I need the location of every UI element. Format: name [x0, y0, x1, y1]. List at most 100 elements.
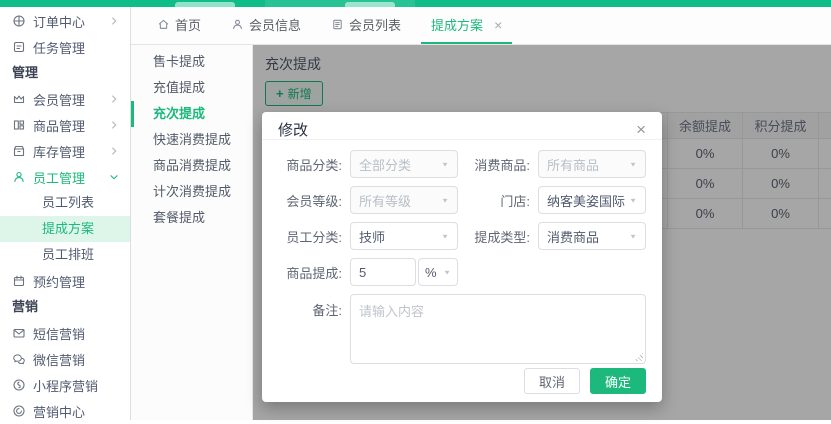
cancel-button[interactable]: 取消: [523, 368, 580, 394]
sidebar-item-label: 库存管理: [33, 144, 86, 160]
tab-label: 提成方案: [431, 18, 484, 33]
tab-commission-plan[interactable]: 提成方案 ×: [421, 7, 513, 44]
globe-icon: [12, 14, 26, 28]
crown-icon: [12, 92, 26, 106]
field-label-commission-type: 提成类型:: [474, 229, 530, 245]
sidebar-item-label: 商品管理: [33, 118, 86, 134]
tab-label: 会员列表: [349, 18, 402, 33]
submenu-item-count-consume[interactable]: 计次消费提成: [131, 179, 252, 205]
chevron-down-icon: ▼: [441, 232, 449, 240]
sidebar-item-employee-list[interactable]: 员工列表: [0, 190, 130, 216]
chevron-down-icon: ▼: [629, 232, 637, 240]
calendar-icon: [12, 274, 26, 288]
sidebar-item-miniprogram-marketing[interactable]: 小程序营销: [0, 372, 130, 398]
close-icon[interactable]: ×: [494, 18, 502, 32]
chevron-down-icon: [108, 171, 120, 183]
sidebar-item-product-management[interactable]: 商品管理: [0, 112, 130, 138]
sidebar-item-label: 短信营销: [33, 326, 86, 342]
chevron-down-icon: ▼: [441, 160, 449, 168]
sidebar-item-label: 员工管理: [33, 170, 86, 186]
sidebar-item-wechat-marketing[interactable]: 微信营销: [0, 346, 130, 372]
home-icon: [157, 18, 170, 31]
goods-icon: [12, 118, 26, 132]
top-header-strip: [0, 0, 831, 7]
sidebar-item-label: 微信营销: [33, 352, 86, 368]
sidebar-item-label: 预约管理: [33, 274, 86, 290]
submenu-item-goods-consume[interactable]: 商品消费提成: [131, 153, 252, 179]
edit-dialog: 修改 × 商品分类: 全部分类 ▼ 消费商品: 所有商品 ▼ 会员等级: 所有等…: [262, 112, 662, 402]
person-icon: [12, 170, 26, 184]
submenu-item-quick-consume[interactable]: 快速消费提成: [131, 127, 252, 153]
chevron-down-icon: ▼: [441, 196, 449, 204]
commission-submenu: 售卡提成 充值提成 充次提成 快速消费提成 商品消费提成 计次消费提成 套餐提成: [131, 45, 253, 420]
marketing-icon: [12, 404, 26, 418]
chevron-down-icon: ▼: [629, 160, 637, 168]
dialog-header: 修改 ×: [262, 112, 662, 140]
list-icon: [331, 18, 344, 31]
sidebar-item-label: 营销中心: [33, 404, 86, 420]
tab-member-info[interactable]: 会员信息: [221, 7, 311, 44]
main-sidebar: 订单中心 任务管理 管理 会员管理 商品管理 库存管理 员工管理 员工列表 提成…: [0, 7, 131, 420]
sidebar-item-task-management[interactable]: 任务管理: [0, 34, 130, 60]
member-level-select[interactable]: 所有等级 ▼: [350, 186, 458, 214]
tab-label: 首页: [175, 18, 202, 33]
field-label-product-commission: 商品提成:: [286, 265, 342, 281]
chevron-right-icon: [108, 15, 120, 27]
tab-home[interactable]: 首页: [147, 7, 211, 44]
close-icon[interactable]: ×: [636, 121, 646, 138]
tab-member-list[interactable]: 会员列表: [321, 7, 411, 44]
sidebar-section-marketing: 营销: [12, 299, 39, 314]
field-label-employee-category: 员工分类:: [286, 229, 342, 245]
sidebar-item-employee-schedule[interactable]: 员工排班: [0, 242, 130, 268]
submenu-item-package[interactable]: 套餐提成: [131, 205, 252, 231]
wechat-icon: [12, 352, 26, 366]
confirm-button[interactable]: 确定: [589, 368, 646, 394]
header-pill: [345, 2, 395, 7]
sidebar-item-label: 会员管理: [33, 92, 86, 108]
chevron-right-icon: [108, 145, 120, 157]
product-category-select[interactable]: 全部分类 ▼: [350, 150, 458, 178]
miniprogram-icon: [12, 378, 26, 392]
sidebar-item-order-center[interactable]: 订单中心: [0, 8, 130, 34]
sidebar-item-employee-management[interactable]: 员工管理: [0, 164, 130, 190]
task-icon: [12, 40, 26, 54]
submenu-item-recharge[interactable]: 充值提成: [131, 75, 252, 101]
employee-category-select[interactable]: 技师 ▼: [350, 222, 458, 250]
sidebar-section-management: 管理: [12, 65, 39, 80]
field-label-product-category: 商品分类:: [286, 157, 342, 173]
note-textarea[interactable]: [350, 294, 646, 364]
dialog-body: 商品分类: 全部分类 ▼ 消费商品: 所有商品 ▼ 会员等级: 所有等级 ▼ 门…: [262, 140, 662, 364]
consume-product-select[interactable]: 所有商品 ▼: [538, 150, 646, 178]
tab-label: 会员信息: [249, 18, 302, 33]
sidebar-item-label: 任务管理: [33, 40, 86, 56]
dialog-footer: 取消 确定: [523, 368, 646, 394]
field-label-note: 备注:: [312, 303, 342, 318]
sidebar-item-commission-plan[interactable]: 提成方案: [0, 216, 130, 242]
sidebar-item-marketing-center[interactable]: 营销中心: [0, 398, 130, 424]
chevron-right-icon: [108, 93, 120, 105]
product-commission-input[interactable]: [350, 258, 416, 286]
store-select[interactable]: 纳客美姿国际 ▼: [538, 186, 646, 214]
submenu-item-card-sale[interactable]: 售卡提成: [131, 49, 252, 75]
chevron-down-icon: ▼: [443, 268, 451, 276]
sidebar-item-sms-marketing[interactable]: 短信营销: [0, 320, 130, 346]
commission-type-select[interactable]: 消费商品 ▼: [538, 222, 646, 250]
sidebar-item-appointment-management[interactable]: 预约管理: [0, 268, 130, 294]
mail-icon: [12, 326, 26, 340]
field-label-member-level: 会员等级:: [286, 193, 342, 209]
header-pill: [175, 2, 235, 7]
tab-bar: 首页 会员信息 会员列表 提成方案 ×: [131, 7, 831, 45]
commission-unit-select[interactable]: % ▼: [418, 258, 458, 286]
sidebar-item-label: 订单中心: [33, 14, 86, 30]
sidebar-item-label: 小程序营销: [33, 378, 99, 394]
inventory-icon: [12, 144, 26, 158]
chevron-down-icon: ▼: [629, 196, 637, 204]
chevron-right-icon: [108, 119, 120, 131]
sidebar-item-member-management[interactable]: 会员管理: [0, 86, 130, 112]
submenu-item-recharge-times[interactable]: 充次提成: [131, 101, 252, 127]
sidebar-item-inventory-management[interactable]: 库存管理: [0, 138, 130, 164]
user-icon: [231, 18, 244, 31]
field-label-store: 门店:: [500, 193, 530, 209]
field-label-consume-product: 消费商品:: [474, 157, 530, 173]
dialog-title: 修改: [278, 122, 309, 139]
